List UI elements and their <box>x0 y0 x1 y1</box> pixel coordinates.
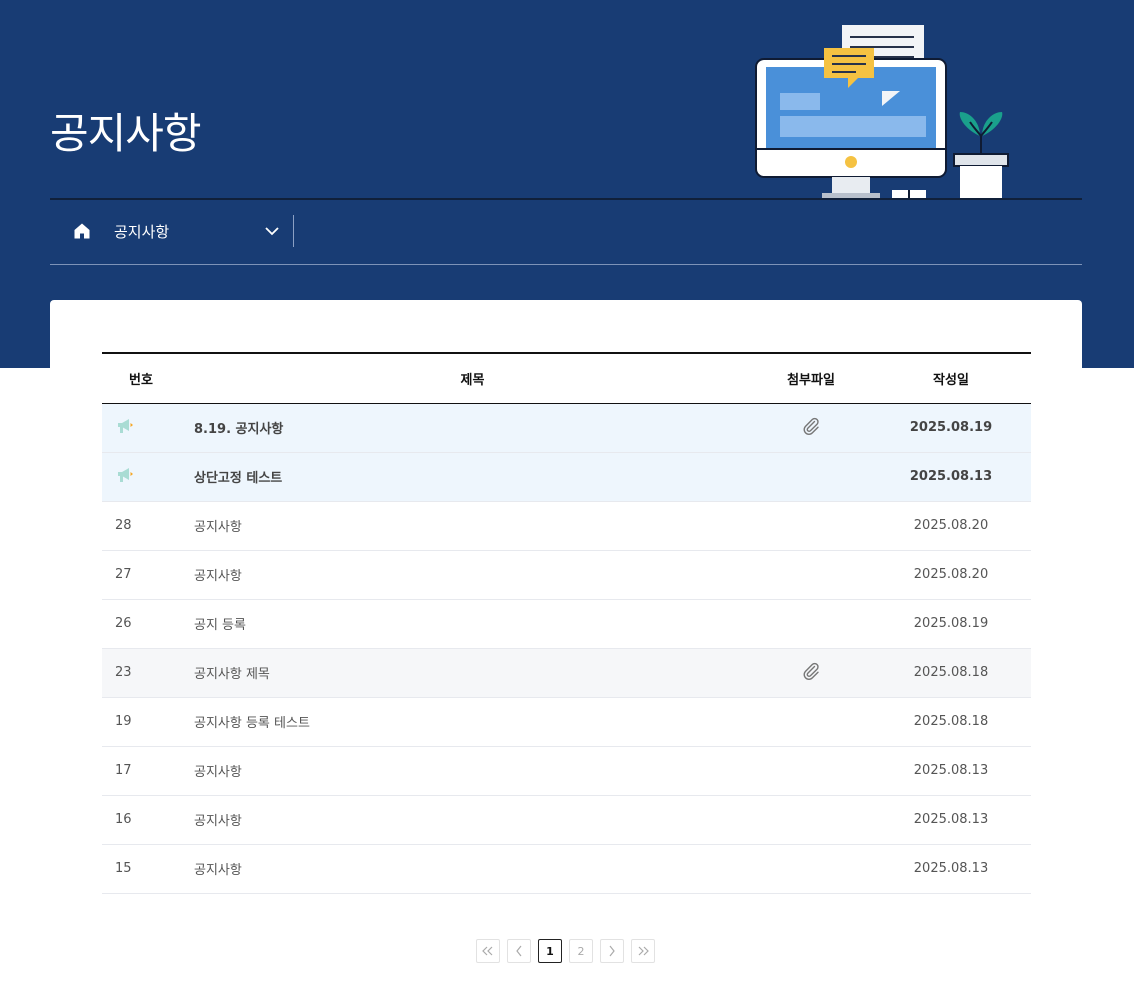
last-page-button[interactable] <box>631 939 655 963</box>
row-date: 2025.08.18 <box>913 665 989 680</box>
col-num-header: 번호 <box>129 372 153 388</box>
table-row[interactable]: 23 공지사항 제목 2025.08.18 <box>102 648 1031 697</box>
table-row[interactable]: 19 공지사항 등록 테스트 2025.08.18 <box>102 697 1031 746</box>
table-row[interactable]: 17 공지사항 2025.08.13 <box>102 746 1031 795</box>
page-title: 공지사항 <box>50 109 202 158</box>
row-number: 17 <box>115 763 132 778</box>
row-title-link[interactable]: 공지사항 <box>192 550 751 599</box>
row-title-link[interactable]: 공지사항 <box>192 795 751 844</box>
megaphone-icon <box>102 452 192 501</box>
row-attachment-cell <box>751 599 871 648</box>
location-divider <box>50 264 1082 265</box>
col-title-header: 제목 <box>460 372 485 388</box>
row-date: 2025.08.13 <box>913 812 989 827</box>
row-date: 2025.08.13 <box>913 763 989 778</box>
row-attachment-cell <box>751 697 871 746</box>
table-row[interactable]: 상단고정 테스트 2025.08.13 <box>102 452 1031 501</box>
row-number: 23 <box>115 665 132 680</box>
row-date: 2025.08.13 <box>913 861 989 876</box>
row-title-link[interactable]: 공지사항 등록 테스트 <box>192 697 751 746</box>
row-attachment-cell <box>751 844 871 893</box>
table-row[interactable]: 28 공지사항 2025.08.20 <box>102 501 1031 550</box>
row-date: 2025.08.19 <box>909 420 993 435</box>
row-number: 19 <box>115 714 132 729</box>
row-attachment-cell <box>751 452 871 501</box>
paperclip-icon[interactable] <box>751 403 871 452</box>
table-row[interactable]: 15 공지사항 2025.08.13 <box>102 844 1031 893</box>
row-attachment-cell <box>751 501 871 550</box>
row-title-link[interactable]: 공지사항 <box>192 844 751 893</box>
notice-computer-illustration <box>755 25 1009 200</box>
table-row[interactable]: 8.19. 공지사항 2025.08.19 <box>102 403 1031 452</box>
row-attachment-cell <box>751 746 871 795</box>
page-button-1[interactable]: 1 <box>538 939 562 963</box>
row-attachment-cell <box>751 795 871 844</box>
pagination: 1 2 <box>476 939 655 963</box>
row-title-link[interactable]: 상단고정 테스트 <box>192 452 751 501</box>
chevron-down-icon[interactable] <box>250 215 294 247</box>
location-current-menu[interactable]: 공지사항 <box>114 221 250 242</box>
paperclip-icon[interactable] <box>751 648 871 697</box>
row-date: 2025.08.20 <box>913 518 989 533</box>
row-number: 28 <box>115 518 132 533</box>
row-attachment-cell <box>751 550 871 599</box>
table-header: 번호 제목 첨부파일 작성일 <box>102 353 1031 403</box>
location-nav: 공지사항 <box>50 215 294 247</box>
row-number: 15 <box>115 861 132 876</box>
row-date: 2025.08.13 <box>909 469 993 484</box>
row-number: 16 <box>115 812 132 827</box>
row-title-link[interactable]: 공지사항 <box>192 746 751 795</box>
row-date: 2025.08.19 <box>913 616 989 631</box>
row-date: 2025.08.18 <box>913 714 989 729</box>
row-title-link[interactable]: 공지사항 <box>192 501 751 550</box>
table-row[interactable]: 27 공지사항 2025.08.20 <box>102 550 1031 599</box>
row-title-link[interactable]: 8.19. 공지사항 <box>192 403 751 452</box>
home-icon[interactable] <box>50 215 114 247</box>
first-page-button[interactable] <box>476 939 500 963</box>
megaphone-icon <box>102 403 192 452</box>
row-number: 26 <box>115 616 132 631</box>
col-attach-header: 첨부파일 <box>787 372 835 388</box>
header-divider <box>50 198 1082 200</box>
board-card: 번호 제목 첨부파일 작성일 8.19. 공지사항 2025.08.19 상단고정 … <box>50 300 1082 982</box>
col-date-header: 작성일 <box>933 372 969 388</box>
table-row[interactable]: 26 공지 등록 2025.08.19 <box>102 599 1031 648</box>
row-date: 2025.08.20 <box>913 567 989 582</box>
row-title-link[interactable]: 공지 등록 <box>192 599 751 648</box>
prev-page-button[interactable] <box>507 939 531 963</box>
row-title-link[interactable]: 공지사항 제목 <box>192 648 751 697</box>
next-page-button[interactable] <box>600 939 624 963</box>
notice-table: 번호 제목 첨부파일 작성일 8.19. 공지사항 2025.08.19 상단고정 … <box>102 352 1031 894</box>
page-button-2[interactable]: 2 <box>569 939 593 963</box>
table-row[interactable]: 16 공지사항 2025.08.13 <box>102 795 1031 844</box>
row-number: 27 <box>115 567 132 582</box>
